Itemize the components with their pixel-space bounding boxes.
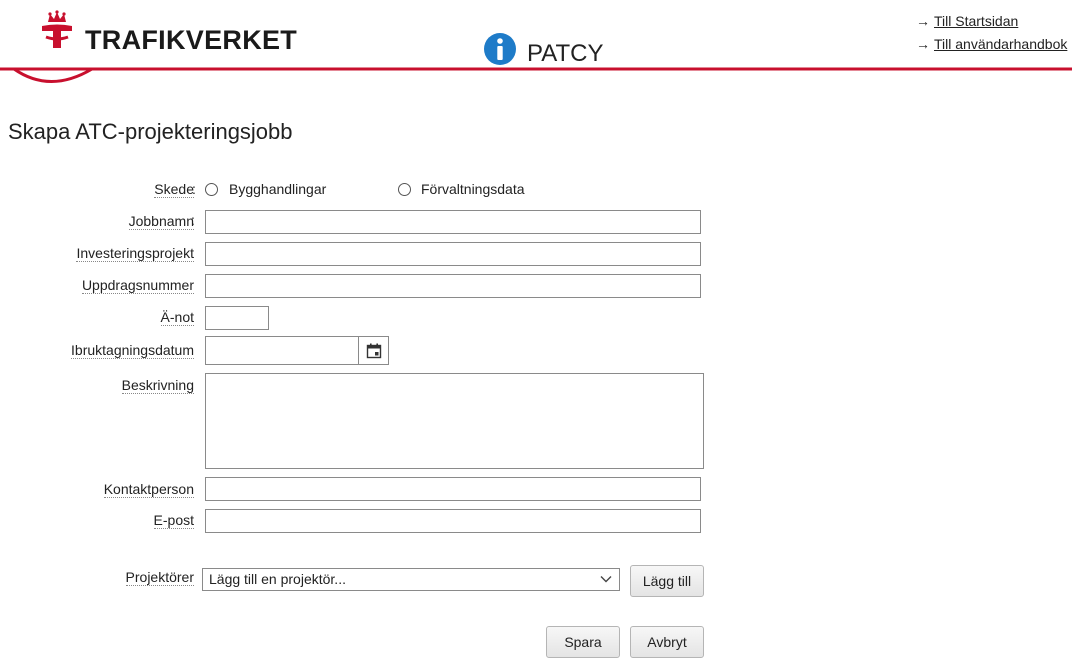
link-anvandarhandbok[interactable]: Till användarhandbok — [934, 36, 1067, 52]
link-startsidan-row: → Till Startsidan — [916, 13, 1018, 29]
logo-text: TRAFIKVERKET — [85, 25, 298, 55]
epost-input[interactable] — [205, 509, 701, 533]
crown-t-logo-icon — [42, 10, 72, 48]
add-projektor-button[interactable]: Lägg till — [630, 565, 704, 597]
cancel-button[interactable]: Avbryt — [630, 626, 704, 658]
ibruktagningsdatum-label: Ibruktagningsdatum — [71, 342, 194, 359]
skede-separator: : — [192, 181, 196, 197]
page-title: Skapa ATC-projekteringsjobb — [8, 119, 293, 144]
jobbnamn-label: Jobbnamn — [128, 213, 194, 230]
date-picker-button[interactable] — [358, 336, 389, 365]
trafikverket-logo — [38, 10, 76, 57]
investeringsprojekt-label: Investeringsprojekt — [76, 245, 194, 262]
arrow-right-icon: → — [916, 36, 930, 52]
radio-bygghandlingar[interactable] — [205, 183, 218, 196]
radio-bygghandlingar-label[interactable]: Bygghandlingar — [229, 181, 326, 197]
projektor-select[interactable]: Lägg till en projektör... — [202, 568, 620, 591]
uppdragsnummer-input[interactable] — [205, 274, 701, 298]
kontaktperson-input[interactable] — [205, 477, 701, 501]
link-startsidan[interactable]: Till Startsidan — [934, 13, 1018, 29]
kontaktperson-label: Kontaktperson — [103, 481, 194, 498]
beskrivning-textarea[interactable] — [205, 373, 704, 469]
jobbnamn-input[interactable] — [205, 210, 701, 234]
skede-label: Skede — [154, 181, 194, 198]
anot-label: Ä-not — [160, 309, 194, 326]
chevron-down-icon — [600, 576, 612, 583]
projektor-select-value: Lägg till en projektör... — [209, 571, 346, 587]
arrow-right-icon: → — [916, 13, 930, 29]
header-divider — [0, 67, 1072, 83]
investeringsprojekt-input[interactable] — [205, 242, 701, 266]
uppdragsnummer-label: Uppdragsnummer — [81, 277, 194, 294]
projektorer-label: Projektörer — [125, 569, 194, 586]
calendar-icon — [366, 343, 381, 358]
epost-label: E-post — [153, 512, 194, 529]
radio-forvaltningsdata-label[interactable]: Förvaltningsdata — [421, 181, 525, 197]
anot-input[interactable] — [205, 306, 269, 330]
save-button[interactable]: Spara — [546, 626, 620, 658]
jobbnamn-separator: : — [191, 212, 195, 228]
link-anvandarhandbok-row: → Till användarhandbok — [916, 36, 1067, 52]
beskrivning-label: Beskrivning — [121, 377, 194, 394]
ibruktagningsdatum-input[interactable] — [205, 336, 359, 365]
radio-forvaltningsdata[interactable] — [398, 183, 411, 196]
